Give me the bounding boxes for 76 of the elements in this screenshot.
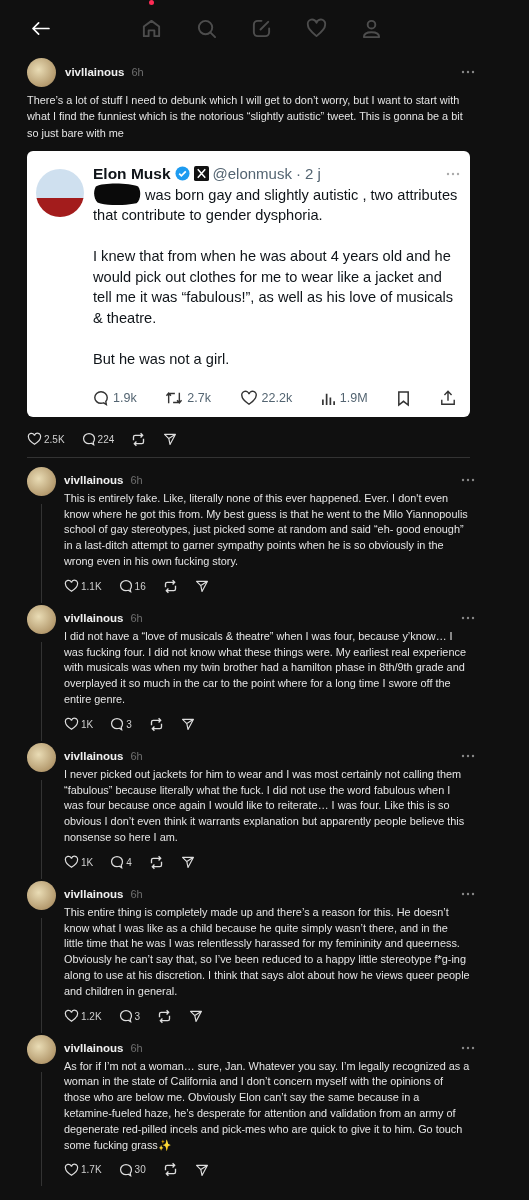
- reply-text: This is entirely fake. Like, literally none of this ever happened. Ever. I don't even know where he got this from. My best guess is that he went to the Milo Yiannopoulis school of gay stereotypes, just picked some at random and said “eh- good enough” in a last-ditch attempt to garner sympathy points when he is so obviously in the wrong even in his own fucking story.: [64, 490, 469, 570]
- repost-icon[interactable]: [131, 431, 147, 447]
- repost-icon[interactable]: [165, 390, 184, 407]
- repost-icon[interactable]: [162, 1162, 178, 1178]
- more-icon: [446, 171, 460, 176]
- post-time: 6h: [131, 66, 144, 78]
- post-time: 6h: [130, 473, 143, 486]
- author-name[interactable]: vivllainous: [64, 749, 124, 762]
- like-count: 2.5K: [44, 433, 65, 445]
- reply-count: 30: [134, 1164, 146, 1176]
- more-icon[interactable]: [461, 615, 475, 620]
- send-icon[interactable]: [189, 1009, 204, 1024]
- send-icon[interactable]: [194, 579, 209, 594]
- more-icon[interactable]: [461, 1045, 475, 1050]
- avatar[interactable]: [27, 742, 56, 772]
- author-name[interactable]: vivllainous: [64, 1041, 124, 1054]
- stat-count: 1.9k: [113, 391, 137, 406]
- tweet-text: I knew that from when he was about 4 years old and he would pick out clothes for me to wear like a jacket and tell me it was “fabulous!”, as well as his love of musicals & theatre.: [93, 248, 454, 326]
- send-icon[interactable]: [194, 1162, 209, 1177]
- stat-count: 22.2k: [261, 391, 293, 406]
- quoted-tweet-card[interactable]: [27, 150, 470, 417]
- post-time: 6h: [130, 1041, 143, 1054]
- post-time: 6h: [130, 749, 143, 762]
- tweet-text: But he was not a girl.: [93, 350, 230, 367]
- author-name[interactable]: vivllainous: [65, 66, 125, 78]
- like-count: 1K: [81, 856, 94, 868]
- heart-icon[interactable]: [239, 390, 258, 407]
- more-icon[interactable]: [461, 753, 475, 758]
- author-name[interactable]: vivllainous: [64, 887, 124, 900]
- reply-text: I never picked out jackets for him to wear and I was most certainly not calling them “fabulous” because literally what the fuck. I did not use the word fabulous when I was four because once again I would like to reiterate… I was four. Like this is so obvious I don’t even think it warrants explanation but apparently people believe this nonsense so here I am.: [64, 766, 466, 846]
- bookmark-icon[interactable]: [396, 389, 412, 407]
- post-time: 6h: [130, 887, 143, 900]
- avatar: [36, 168, 84, 217]
- back-arrow-icon[interactable]: [31, 20, 50, 36]
- avatar[interactable]: [27, 1034, 56, 1064]
- stat-count: 2.7k: [187, 391, 211, 406]
- repost-icon[interactable]: [148, 854, 164, 870]
- reply-count: 16: [134, 580, 146, 592]
- reply-count: 4: [126, 856, 132, 868]
- post-time: 6h: [130, 611, 143, 624]
- reply-text: I did not have a “love of musicals & theatre” when I was four, because y’know… I was fucking four. I did not know what these things were. My earliest real experience with musicals was when my twin brother had a hamilton phase in 8th/9th grade and overplayed it so much in the car to the point where for a long time I swore off the entire genre.: [64, 628, 467, 708]
- repost-icon[interactable]: [157, 1008, 173, 1024]
- tweet-text: was born gay and slightly autistic , two attributes that contribute to gender dysphoria.: [93, 186, 458, 224]
- author-name[interactable]: vivllainous: [64, 611, 124, 624]
- separator-dot: ·: [295, 165, 301, 183]
- reply-count: 3: [134, 1010, 141, 1022]
- repost-icon[interactable]: [148, 716, 164, 732]
- reply-text: This entire thing is completely made up and there’s a reason for this. He doesn’t know what I was like as a child because he quite simply wasn’t there, and in the little time that he was I was relentlessly harassed for my femininity and queerness. Obviously he can’t say that, so I’ve been reduced to a happy little stereotype f*g-ing along to use at his discretion. I think that says alot about how he views queer people and children in general.: [64, 904, 470, 999]
- more-icon[interactable]: [461, 70, 475, 74]
- tweet-author: Elon Musk: [93, 164, 171, 183]
- avatar[interactable]: [27, 57, 56, 87]
- avatar[interactable]: [27, 880, 56, 910]
- stat-count: 1.9M: [339, 391, 368, 406]
- tweet-time: 2 j: [304, 165, 321, 183]
- post-text: There’s a lot of stuff I need to debunk which I will get to don’t worry, but I want to start with what I find the funniest which is the notorious “slightly autistic” tweet. This is gonna be a bit so just bare with me: [27, 93, 464, 141]
- reply-count: 224: [97, 433, 115, 445]
- more-icon[interactable]: [461, 891, 475, 896]
- avatar[interactable]: [27, 604, 56, 634]
- author-name[interactable]: vivllainous: [64, 473, 124, 486]
- x-logo-icon: [193, 166, 209, 182]
- more-icon[interactable]: [461, 477, 475, 482]
- like-count: 1.2K: [81, 1010, 102, 1022]
- avatar[interactable]: [27, 466, 56, 496]
- comment-icon[interactable]: [93, 390, 109, 407]
- send-icon[interactable]: [180, 855, 195, 870]
- like-count: 1.7K: [81, 1164, 102, 1176]
- share-icon[interactable]: [439, 390, 456, 407]
- repost-icon[interactable]: [162, 578, 178, 594]
- like-count: 1.1K: [81, 580, 102, 592]
- reply-count: 3: [126, 718, 132, 730]
- send-icon[interactable]: [163, 432, 178, 447]
- like-count: 1K: [81, 718, 94, 730]
- send-icon[interactable]: [180, 717, 195, 732]
- tweet-handle: @elonmusk: [212, 165, 292, 183]
- reply-text: As for if I’m not a woman… sure, Jan. Whatever you say. I’m legally recognized as a woman in the state of California and I don’t concern myself with the opinions of those who are below me. Obviously Elon can’t say the same because in a ketamine-fueled haze, he’s desperate for attention and validation from an army of degenerate red-pilled incels and pick-mes who are quick to give it to him. Go touch some fucking grass✨: [64, 1058, 470, 1153]
- heart-icon[interactable]: [64, 1009, 79, 1024]
